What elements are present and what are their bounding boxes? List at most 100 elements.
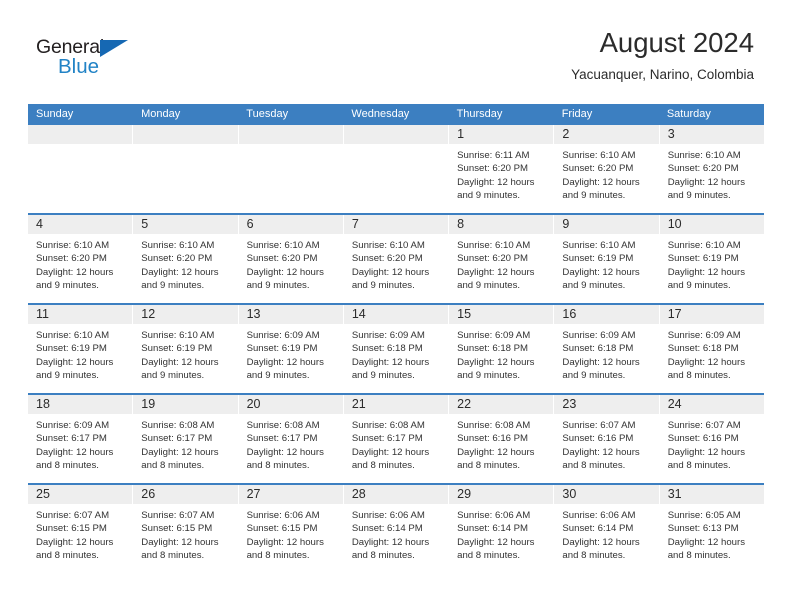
calendar-week-row: 1 Sunrise: 6:11 AM Sunset: 6:20 PM Daylight… bbox=[28, 125, 764, 213]
day-cell[interactable]: 12 Sunrise: 6:10 AM Sunset: 6:19 PM Dayligh… bbox=[133, 305, 239, 393]
day-number-band: 11 bbox=[28, 305, 133, 324]
daylight-text: Daylight: 12 hours bbox=[141, 446, 219, 458]
sunset-text: Sunset: 6:14 PM bbox=[457, 523, 529, 535]
day-cell[interactable]: 10 Sunrise: 6:10 AM Sunset: 6:19 PM Dayligh… bbox=[659, 215, 764, 303]
day-number: 22 bbox=[457, 397, 472, 411]
day-number-band: 24 bbox=[659, 395, 764, 414]
daylight-text: Daylight: 12 hours bbox=[141, 266, 219, 278]
day-details: Sunrise: 6:10 AM Sunset: 6:20 PM Daylight:… bbox=[554, 144, 658, 203]
sunset-text: Sunset: 6:20 PM bbox=[562, 163, 634, 175]
sunset-text: Sunset: 6:16 PM bbox=[562, 433, 634, 445]
day-cell[interactable]: 4 Sunrise: 6:10 AM Sunset: 6:20 PM Daylight… bbox=[28, 215, 134, 303]
daylight-text: Daylight: 12 hours bbox=[562, 536, 640, 548]
sunrise-text: Sunrise: 6:06 AM bbox=[246, 510, 320, 521]
calendar-week-row: 25 Sunrise: 6:07 AM Sunset: 6:15 PM Dayligh… bbox=[28, 483, 764, 573]
day-cell[interactable]: 8 Sunrise: 6:10 AM Sunset: 6:20 PM Daylight… bbox=[449, 215, 555, 303]
daylight-text: Daylight: 12 hours bbox=[141, 536, 219, 548]
day-number: 19 bbox=[141, 397, 156, 411]
daylight-text: Daylight: 12 hours bbox=[351, 446, 430, 458]
sunset-text: Sunset: 6:13 PM bbox=[667, 523, 739, 535]
daylight-text-cont: and 8 minutes. bbox=[667, 370, 731, 382]
daylight-text-cont: and 9 minutes. bbox=[36, 280, 99, 292]
sunrise-text: Sunrise: 6:10 AM bbox=[562, 240, 636, 251]
day-number-band: 18 bbox=[28, 395, 133, 414]
day-cell[interactable]: 15 Sunrise: 6:09 AM Sunset: 6:18 PM Dayligh… bbox=[449, 305, 555, 393]
day-cell[interactable]: 31 Sunrise: 6:05 AM Sunset: 6:13 PM Dayligh… bbox=[659, 485, 764, 573]
sunset-text: Sunset: 6:17 PM bbox=[246, 433, 318, 445]
day-cell[interactable]: 25 Sunrise: 6:07 AM Sunset: 6:15 PM Dayligh… bbox=[28, 485, 134, 573]
sunrise-text: Sunrise: 6:11 AM bbox=[457, 150, 530, 161]
day-cell[interactable]: 18 Sunrise: 6:09 AM Sunset: 6:17 PM Dayligh… bbox=[28, 395, 134, 483]
sunrise-text: Sunrise: 6:09 AM bbox=[351, 330, 425, 341]
day-details: Sunrise: 6:09 AM Sunset: 6:18 PM Daylight:… bbox=[344, 324, 448, 383]
day-number: 18 bbox=[36, 397, 50, 411]
day-cell[interactable]: 19 Sunrise: 6:08 AM Sunset: 6:17 PM Dayligh… bbox=[133, 395, 239, 483]
day-cell[interactable]: 22 Sunrise: 6:08 AM Sunset: 6:16 PM Dayligh… bbox=[449, 395, 555, 483]
day-details: Sunrise: 6:06 AM Sunset: 6:14 PM Daylight:… bbox=[449, 504, 553, 563]
day-details: Sunrise: 6:06 AM Sunset: 6:15 PM Daylight:… bbox=[239, 504, 343, 563]
day-number: 6 bbox=[246, 217, 254, 231]
title-block: August 2024 Yacuanquer, Narino, Colombia bbox=[571, 26, 754, 84]
day-cell[interactable]: 23 Sunrise: 6:07 AM Sunset: 6:16 PM Dayligh… bbox=[554, 395, 660, 483]
day-cell[interactable]: 26 Sunrise: 6:07 AM Sunset: 6:15 PM Dayligh… bbox=[133, 485, 239, 573]
day-number-band: 6 bbox=[238, 215, 343, 234]
day-number-band bbox=[343, 125, 449, 144]
day-cell[interactable]: 21 Sunrise: 6:08 AM Sunset: 6:17 PM Dayligh… bbox=[343, 395, 450, 483]
day-cell[interactable]: 6 Sunrise: 6:10 AM Sunset: 6:20 PM Daylight… bbox=[238, 215, 344, 303]
weekday-header-saturday: Saturday bbox=[666, 108, 711, 120]
day-cell[interactable]: 3 Sunrise: 6:10 AM Sunset: 6:20 PM Daylight… bbox=[659, 125, 764, 213]
weekday-header-sunday: Sunday bbox=[36, 108, 74, 120]
day-cell[interactable]: 16 Sunrise: 6:09 AM Sunset: 6:18 PM Dayligh… bbox=[554, 305, 660, 393]
day-number-band: 14 bbox=[343, 305, 449, 324]
day-cell[interactable]: 7 Sunrise: 6:10 AM Sunset: 6:20 PM Daylight… bbox=[343, 215, 450, 303]
sunset-text: Sunset: 6:20 PM bbox=[36, 253, 107, 265]
day-cell[interactable]: 27 Sunrise: 6:06 AM Sunset: 6:15 PM Dayligh… bbox=[238, 485, 344, 573]
day-number: 16 bbox=[562, 307, 577, 321]
week-cells: 18 Sunrise: 6:09 AM Sunset: 6:17 PM Dayligh… bbox=[28, 395, 764, 483]
day-cell[interactable]: 13 Sunrise: 6:09 AM Sunset: 6:19 PM Dayligh… bbox=[238, 305, 344, 393]
calendar-week-row: 4 Sunrise: 6:10 AM Sunset: 6:20 PM Daylight… bbox=[28, 213, 764, 303]
weekday-header-row: Sunday Monday Tuesday Wednesday Thursday Frid… bbox=[28, 104, 764, 125]
day-number-band: 16 bbox=[554, 305, 659, 324]
daylight-text: Daylight: 12 hours bbox=[562, 446, 640, 458]
day-number: 31 bbox=[667, 487, 682, 501]
page-header: General Blue August 2024 Yacuanquer, Nar… bbox=[0, 0, 792, 100]
day-cell[interactable]: 29 Sunrise: 6:06 AM Sunset: 6:14 PM Dayligh… bbox=[449, 485, 555, 573]
day-cell[interactable]: 11 Sunrise: 6:10 AM Sunset: 6:19 PM Dayligh… bbox=[28, 305, 134, 393]
day-number: 2 bbox=[562, 127, 570, 141]
week-cells: 11 Sunrise: 6:10 AM Sunset: 6:19 PM Dayligh… bbox=[28, 305, 764, 393]
daylight-text: Daylight: 12 hours bbox=[667, 176, 746, 188]
day-cell[interactable]: 28 Sunrise: 6:06 AM Sunset: 6:14 PM Dayligh… bbox=[343, 485, 450, 573]
day-cell[interactable]: 2 Sunrise: 6:10 AM Sunset: 6:20 PM Daylight… bbox=[554, 125, 660, 213]
day-details: Sunrise: 6:10 AM Sunset: 6:20 PM Daylight:… bbox=[660, 144, 764, 203]
day-number: 8 bbox=[457, 217, 465, 231]
sunset-text: Sunset: 6:20 PM bbox=[457, 253, 529, 265]
daylight-text: Daylight: 12 hours bbox=[562, 176, 640, 188]
day-cell[interactable]: 5 Sunrise: 6:10 AM Sunset: 6:20 PM Daylight… bbox=[133, 215, 239, 303]
day-cell[interactable]: 17 Sunrise: 6:09 AM Sunset: 6:18 PM Dayligh… bbox=[659, 305, 764, 393]
sunrise-text: Sunrise: 6:06 AM bbox=[562, 510, 636, 521]
day-number-band: 21 bbox=[343, 395, 449, 414]
day-cell[interactable]: 9 Sunrise: 6:10 AM Sunset: 6:19 PM Daylight… bbox=[554, 215, 660, 303]
daylight-text: Daylight: 12 hours bbox=[246, 446, 324, 458]
sunrise-text: Sunrise: 6:07 AM bbox=[667, 420, 741, 431]
day-cell[interactable]: 1 Sunrise: 6:11 AM Sunset: 6:20 PM Daylight… bbox=[449, 125, 555, 213]
sunset-text: Sunset: 6:19 PM bbox=[562, 253, 634, 265]
day-cell[interactable]: 24 Sunrise: 6:07 AM Sunset: 6:16 PM Dayligh… bbox=[659, 395, 764, 483]
day-number: 25 bbox=[36, 487, 50, 501]
day-cell[interactable]: 20 Sunrise: 6:08 AM Sunset: 6:17 PM Dayligh… bbox=[238, 395, 344, 483]
weekday-header-friday: Friday bbox=[561, 108, 593, 120]
daylight-text-cont: and 9 minutes. bbox=[141, 280, 205, 292]
generalblue-logo[interactable]: General Blue bbox=[36, 36, 156, 82]
daylight-text-cont: and 8 minutes. bbox=[36, 550, 99, 562]
sunset-text: Sunset: 6:15 PM bbox=[141, 523, 213, 535]
day-cell[interactable]: 14 Sunrise: 6:09 AM Sunset: 6:18 PM Dayligh… bbox=[343, 305, 450, 393]
daylight-text: Daylight: 12 hours bbox=[351, 536, 430, 548]
daylight-text: Daylight: 12 hours bbox=[562, 356, 640, 368]
sunrise-text: Sunrise: 6:10 AM bbox=[562, 150, 636, 161]
daylight-text-cont: and 9 minutes. bbox=[667, 190, 731, 202]
day-cell[interactable]: 30 Sunrise: 6:06 AM Sunset: 6:14 PM Dayligh… bbox=[554, 485, 660, 573]
day-number-band: 13 bbox=[238, 305, 343, 324]
day-number-band: 9 bbox=[554, 215, 659, 234]
sunset-text: Sunset: 6:20 PM bbox=[351, 253, 423, 265]
